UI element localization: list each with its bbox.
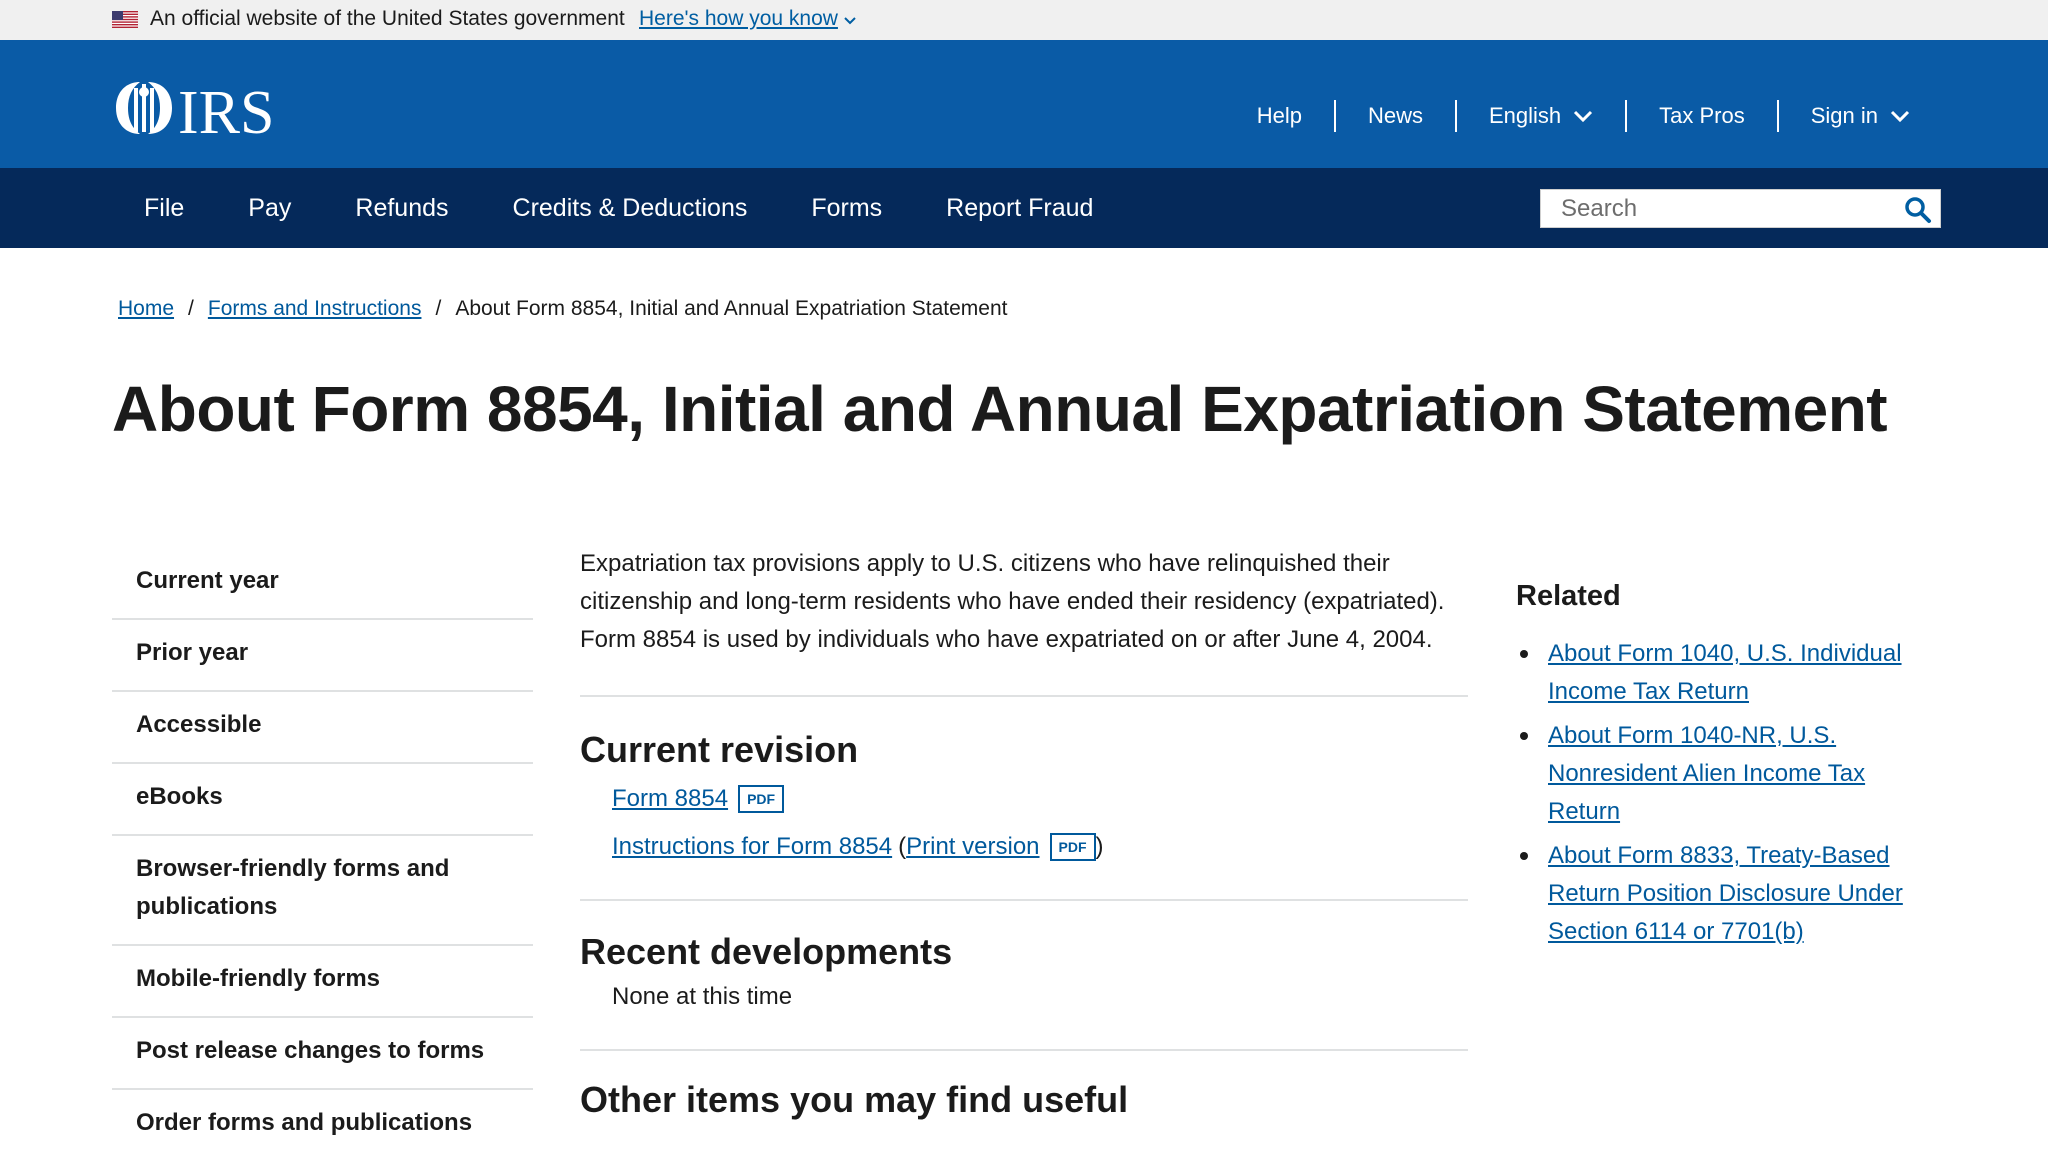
- breadcrumb-current: About Form 8854, Initial and Annual Expa…: [455, 297, 1008, 320]
- nav-report-fraud[interactable]: Report Fraud: [914, 168, 1125, 248]
- irs-eagle-logo-icon: IRS: [116, 79, 274, 147]
- close-paren: ): [1095, 833, 1104, 860]
- nav-refunds[interactable]: Refunds: [323, 168, 480, 248]
- list-item: About Form 1040-NR, U.S. Nonresident Ali…: [1516, 717, 1936, 831]
- logo-text: IRS: [178, 79, 274, 138]
- pdf-badge[interactable]: PDF: [1049, 833, 1096, 861]
- search-icon[interactable]: [1904, 196, 1932, 224]
- sidebar-item-mobile-friendly[interactable]: Mobile-friendly forms: [112, 946, 533, 1018]
- search-box: [1540, 189, 1941, 228]
- chevron-down-icon[interactable]: [843, 14, 857, 28]
- official-site-text: An official website of the United States…: [150, 7, 625, 30]
- main-nav: File Pay Refunds Credits & Deductions Fo…: [0, 168, 2048, 248]
- instructions-link[interactable]: Instructions for Form 8854: [612, 833, 892, 861]
- breadcrumb: Home / Forms and Instructions / About Fo…: [118, 297, 1008, 321]
- nav-forms[interactable]: Forms: [779, 168, 914, 248]
- utility-nav: Help News English Tax Pros Sign in: [1225, 98, 1942, 134]
- sidebar-item-prior-year[interactable]: Prior year: [112, 620, 533, 692]
- search-input[interactable]: [1541, 190, 1891, 227]
- page-title: About Form 8854, Initial and Annual Expa…: [112, 373, 1888, 445]
- breadcrumb-separator: /: [435, 297, 442, 320]
- related-link-form-8833[interactable]: About Form 8833, Treaty-Based Return Pos…: [1548, 842, 1903, 945]
- gov-banner: An official website of the United States…: [0, 0, 2048, 40]
- breadcrumb-separator: /: [188, 297, 194, 320]
- intro-paragraph: Expatriation tax provisions apply to U.S…: [580, 550, 1445, 653]
- related-heading: Related: [1516, 580, 1621, 612]
- related-link-form-1040-nr[interactable]: About Form 1040-NR, U.S. Nonresident Ali…: [1548, 722, 1865, 825]
- breadcrumb-forms-link[interactable]: Forms and Instructions: [208, 297, 422, 321]
- divider: [580, 1049, 1468, 1051]
- form-8854-link[interactable]: Form 8854: [612, 785, 728, 813]
- us-flag-icon: [112, 11, 138, 28]
- nav-credits-deductions[interactable]: Credits & Deductions: [481, 168, 780, 248]
- list-item: About Form 1040, U.S. Individual Income …: [1516, 635, 1936, 711]
- util-tax-pros-link[interactable]: Tax Pros: [1625, 100, 1777, 132]
- site-header: IRS Help News English Tax Pros Sign in: [0, 40, 2048, 168]
- sign-in-menu[interactable]: Sign in: [1776, 100, 1942, 132]
- main-content: Expatriation tax provisions apply to U.S…: [580, 545, 1468, 1121]
- instructions-link-row: Instructions for Form 8854 ( Print versi…: [580, 833, 1468, 861]
- list-item: About Form 8833, Treaty-Based Return Pos…: [1516, 837, 1936, 951]
- open-paren: (: [898, 833, 907, 860]
- chevron-down-icon: [1890, 110, 1910, 123]
- pdf-badge[interactable]: PDF: [738, 785, 785, 813]
- sidebar-item-order-forms[interactable]: Order forms and publications: [112, 1090, 533, 1152]
- irs-logo[interactable]: IRS: [112, 78, 282, 147]
- sidebar-item-current-year[interactable]: Current year: [112, 548, 533, 620]
- util-help-link[interactable]: Help: [1225, 100, 1334, 132]
- language-selector[interactable]: English: [1454, 100, 1625, 132]
- sidebar-item-post-release[interactable]: Post release changes to forms: [112, 1018, 533, 1090]
- sidebar-item-ebooks[interactable]: eBooks: [112, 764, 533, 836]
- nav-file[interactable]: File: [112, 168, 216, 248]
- chevron-down-icon: [1574, 110, 1593, 123]
- other-items-heading: Other items you may find useful: [580, 1079, 1129, 1120]
- nav-pay[interactable]: Pay: [216, 168, 323, 248]
- util-news-link[interactable]: News: [1333, 100, 1455, 132]
- how-you-know-link[interactable]: Here's how you know: [639, 7, 838, 31]
- sidebar-item-browser-friendly[interactable]: Browser-friendly forms and publications: [112, 836, 533, 946]
- recent-developments-heading: Recent developments: [580, 931, 953, 972]
- divider: [580, 695, 1468, 697]
- breadcrumb-home-link[interactable]: Home: [118, 297, 174, 321]
- sidebar-nav: Current year Prior year Accessible eBook…: [112, 548, 533, 1152]
- related-section: Related About Form 1040, U.S. Individual…: [1516, 580, 1936, 957]
- print-version-link[interactable]: Print version: [906, 833, 1039, 861]
- divider: [580, 899, 1468, 901]
- recent-developments-text: None at this time: [612, 983, 793, 1010]
- related-link-form-1040[interactable]: About Form 1040, U.S. Individual Income …: [1548, 640, 1902, 705]
- current-revision-heading: Current revision: [580, 729, 859, 770]
- related-list: About Form 1040, U.S. Individual Income …: [1516, 635, 1936, 951]
- sidebar-item-accessible[interactable]: Accessible: [112, 692, 533, 764]
- form-link-row: Form 8854 PDF: [580, 785, 1468, 813]
